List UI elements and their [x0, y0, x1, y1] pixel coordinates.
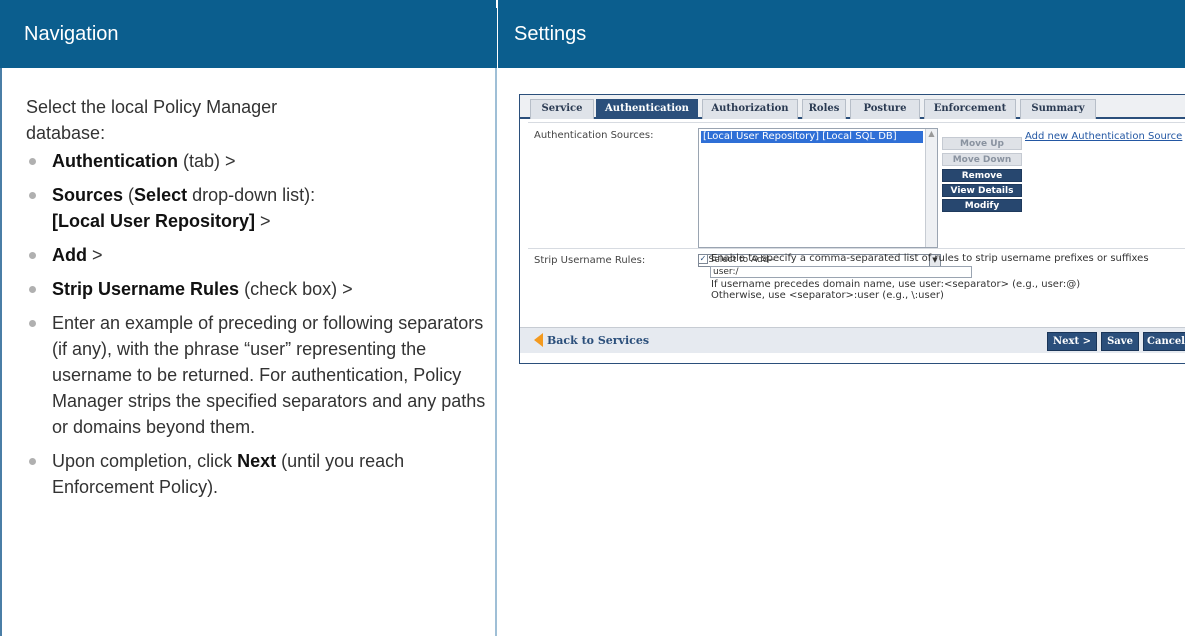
step-bold: Authentication — [52, 151, 178, 171]
step-bold: [Local User Repository] — [52, 211, 256, 231]
settings-screenshot: Service Authentication Authorization Rol… — [519, 94, 1185, 364]
step-text: drop-down list): — [187, 185, 316, 205]
bullet-icon — [29, 458, 36, 465]
bullet-icon — [29, 192, 36, 199]
modify-button[interactable]: Modify — [942, 199, 1022, 212]
move-down-button[interactable]: Move Down — [942, 153, 1022, 166]
tab-service[interactable]: Service — [530, 99, 594, 119]
intro-text: Select the local Policy Manager database… — [26, 97, 278, 143]
move-up-button[interactable]: Move Up — [942, 137, 1022, 150]
view-details-button[interactable]: View Details — [942, 184, 1022, 197]
tab-summary[interactable]: Summary — [1020, 99, 1096, 119]
step-text: (tab) > — [178, 151, 236, 171]
strip-checkbox-label: Enable to specify a comma-separated list… — [711, 253, 1149, 264]
strip-username-label: Strip Username Rules: — [534, 255, 646, 266]
step-add: Add > — [26, 242, 486, 268]
strip-username-row: Strip Username Rules: ✓ Enable to specif… — [528, 248, 1185, 308]
tab-authorization[interactable]: Authorization — [702, 99, 798, 119]
step-text: > — [87, 245, 103, 265]
step-text: Enter an example of preceding or followi… — [52, 313, 486, 437]
auth-sources-row: Authentication Sources: [Local User Repo… — [528, 122, 1185, 267]
instruction-table: Navigation Settings Select the local Pol… — [0, 0, 1185, 636]
remove-button[interactable]: Remove — [942, 169, 1022, 182]
list-scrollbar[interactable]: ▲ — [925, 129, 937, 247]
auth-sources-list[interactable]: [Local User Repository] [Local SQL DB] ▲ — [698, 128, 938, 248]
tab-roles[interactable]: Roles — [802, 99, 846, 119]
step-text: (check box) > — [239, 279, 353, 299]
list-item-selected[interactable]: [Local User Repository] [Local SQL DB] — [701, 131, 923, 143]
strip-checkbox[interactable]: ✓ — [698, 254, 708, 264]
next-button[interactable]: Next > — [1047, 332, 1097, 351]
step-bold: Select — [134, 185, 188, 205]
strip-rules-input[interactable]: user:/ — [710, 266, 972, 278]
step-bold: Add — [52, 245, 87, 265]
bullet-icon — [29, 286, 36, 293]
step-text: ( — [123, 185, 135, 205]
step-text: > — [255, 211, 271, 231]
add-auth-source-link[interactable]: Add new Authentication Source — [1025, 131, 1182, 142]
hint-line-1: If username precedes domain name, use us… — [711, 279, 1081, 290]
back-arrow-icon — [534, 333, 543, 347]
step-complete: Upon completion, click Next (until you r… — [26, 448, 486, 500]
header-divider — [495, 8, 497, 68]
save-button[interactable]: Save — [1101, 332, 1139, 351]
step-bold: Sources — [52, 185, 124, 205]
auth-sources-label: Authentication Sources: — [534, 130, 654, 141]
tab-enforcement[interactable]: Enforcement — [924, 99, 1016, 119]
cancel-button[interactable]: Cancel — [1143, 332, 1185, 351]
hint-line-2: Otherwise, use <separator>:user (e.g., \… — [711, 290, 944, 301]
bullet-icon — [29, 252, 36, 259]
tab-bar: Service Authentication Authorization Rol… — [520, 95, 1185, 119]
step-text: Upon completion, click — [52, 451, 238, 471]
column-divider — [495, 8, 497, 636]
step-strip: Strip Username Rules (check box) > — [26, 276, 486, 302]
step-authentication: Authentication (tab) > — [26, 148, 486, 174]
step-bold: Next — [237, 451, 277, 471]
settings-header: Settings — [498, 0, 1185, 68]
step-bold: Strip Username Rules — [52, 279, 240, 299]
tab-authentication[interactable]: Authentication — [596, 99, 698, 119]
navigation-header: Navigation — [0, 0, 496, 68]
navigation-content: Select the local Policy Manager database… — [26, 94, 486, 508]
steps-list: Authentication (tab) > Sources (Select d… — [26, 148, 486, 500]
footer-bar: Back to Services Next > Save Cancel — [520, 327, 1185, 353]
step-separators: Enter an example of preceding or followi… — [26, 310, 486, 440]
tab-posture[interactable]: Posture — [850, 99, 920, 119]
step-sources: Sources (Select drop-down list): [Local U… — [26, 182, 486, 234]
back-to-services-link[interactable]: Back to Services — [534, 333, 650, 347]
left-border — [0, 68, 2, 636]
bullet-icon — [29, 158, 36, 165]
bullet-icon — [29, 320, 36, 327]
back-label: Back to Services — [547, 334, 650, 347]
